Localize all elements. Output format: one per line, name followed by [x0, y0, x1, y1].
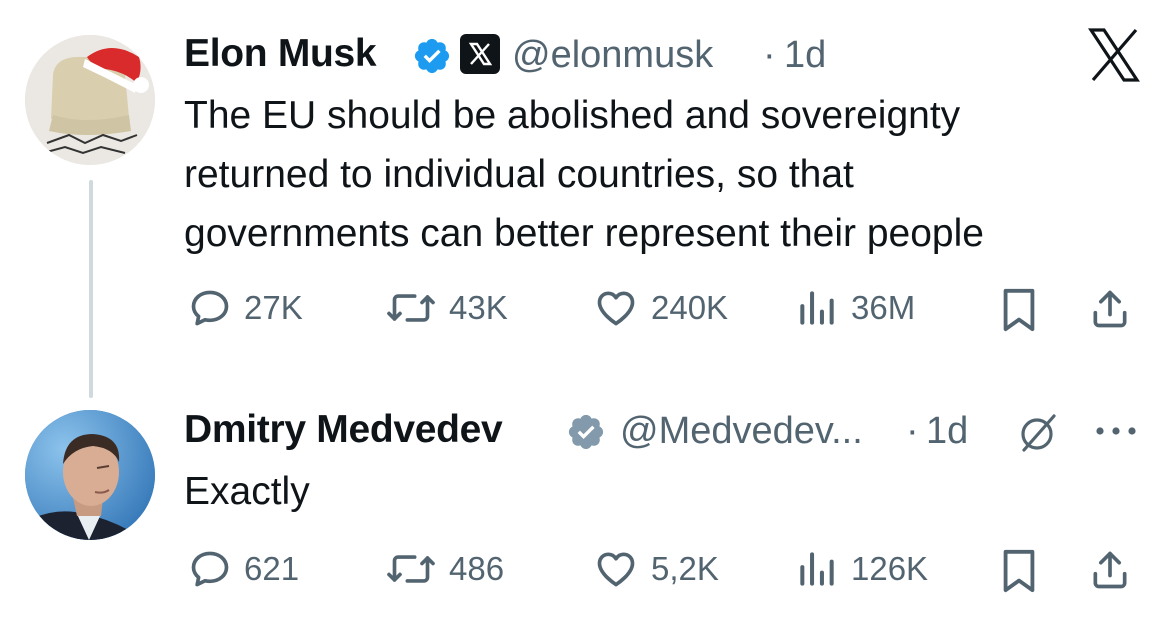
reply-count: 27K [244, 289, 303, 326]
author-name[interactable]: Dmitry Medvedev [184, 408, 503, 452]
timestamp[interactable]: 1d [784, 34, 826, 77]
views-button[interactable]: 126K [795, 547, 928, 591]
reply-icon [191, 551, 229, 587]
verified-blue-icon [412, 36, 452, 81]
share-icon[interactable] [1088, 287, 1132, 336]
x-logo-icon[interactable] [1085, 26, 1143, 89]
repost-icon [387, 555, 435, 583]
bookmark-icon[interactable] [999, 548, 1039, 599]
tweet-text-line: returned to individual countries, so tha… [184, 153, 854, 196]
avatar-medvedev[interactable] [25, 410, 155, 540]
repost-count: 43K [449, 289, 508, 326]
verified-gray-icon [566, 412, 606, 457]
repost-count: 486 [449, 550, 505, 587]
tweet-text-line: The EU should be abolished and sovereign… [184, 94, 961, 137]
like-icon [597, 291, 635, 326]
repost-button[interactable]: 486 [385, 547, 504, 591]
author-handle[interactable]: @Medvedev... [620, 410, 863, 453]
like-button[interactable]: 240K [593, 286, 728, 330]
timestamp[interactable]: 1d [926, 410, 968, 453]
views-button[interactable]: 36M [795, 286, 915, 330]
like-icon [597, 552, 635, 587]
reply-count: 621 [244, 550, 300, 587]
reply-icon [191, 290, 229, 326]
tweet-text-line: governments can better represent their p… [184, 212, 984, 255]
avatar-elon[interactable] [25, 35, 155, 165]
time-separator: · [763, 34, 776, 76]
views-icon [800, 552, 834, 586]
like-count: 5,2K [651, 550, 719, 587]
like-count: 240K [651, 289, 729, 326]
tweet-text: Exactly [184, 470, 310, 513]
time-separator: · [906, 410, 919, 452]
share-icon[interactable] [1088, 548, 1132, 597]
grok-icon[interactable] [1012, 408, 1062, 463]
views-count: 126K [851, 550, 929, 587]
author-handle[interactable]: @elonmusk [512, 34, 713, 77]
reply-button[interactable]: 27K [188, 286, 303, 330]
tweet-text: The EU should be abolished and sovereign… [184, 86, 984, 263]
thread-line [89, 180, 93, 398]
views-count: 36M [851, 289, 916, 326]
like-button[interactable]: 5,2K [593, 547, 719, 591]
bookmark-icon[interactable] [999, 287, 1039, 338]
repost-button[interactable]: 43K [385, 286, 508, 330]
reply-button[interactable]: 621 [188, 547, 299, 591]
views-icon [800, 291, 834, 325]
repost-icon [387, 294, 435, 322]
affiliate-x-badge-icon[interactable] [460, 34, 500, 74]
more-icon[interactable] [1093, 424, 1139, 443]
author-name[interactable]: Elon Musk [184, 32, 377, 76]
